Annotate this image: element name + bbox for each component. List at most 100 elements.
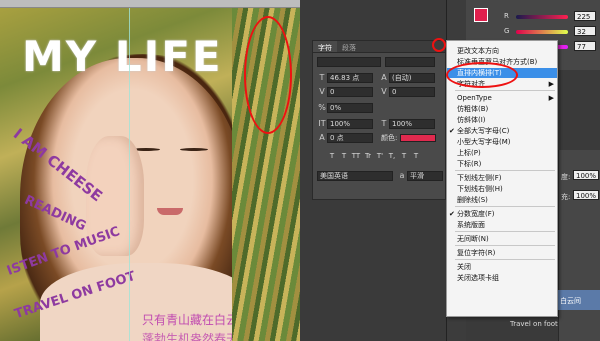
menu-item[interactable]: OpenType ▶ <box>447 93 557 103</box>
strikethrough-button[interactable]: T <box>411 151 421 161</box>
tracking-icon: V <box>381 87 387 96</box>
language-dropdown[interactable]: 美国英语 <box>317 171 393 181</box>
menu-item-label: 更改文本方向 <box>457 47 499 55</box>
font-family-dropdown[interactable] <box>317 57 381 67</box>
menu-item[interactable]: 小型大写字母(M) <box>447 137 557 147</box>
right-eye <box>180 148 208 151</box>
tab-paragraph[interactable]: 段落 <box>337 41 361 52</box>
guide-line <box>129 8 130 341</box>
check-icon: ✔ <box>449 210 455 218</box>
red-slider[interactable] <box>516 15 568 19</box>
menu-item[interactable]: ✔ 全部大写字母(C) <box>447 126 557 136</box>
menu-item[interactable]: 复位字符(R) <box>447 248 557 258</box>
menu-item-label: 复位字符(R) <box>457 249 496 257</box>
menu-item[interactable]: 下标(R) <box>447 159 557 169</box>
underline-button[interactable]: T <box>399 151 409 161</box>
layer-text-label: 白云间 <box>560 297 581 305</box>
proportional-spacing-field[interactable]: 0% <box>327 103 373 113</box>
canvas-title-text[interactable]: MY LIFE <box>22 32 223 81</box>
menu-item-label: 下标(R) <box>457 160 482 168</box>
fill-field[interactable]: 100% <box>573 190 599 200</box>
font-size-icon: T <box>319 73 325 82</box>
vertical-scale-field[interactable]: 100% <box>327 119 373 129</box>
baseline-shift-field[interactable]: 0 点 <box>327 133 373 143</box>
red-annotation-oval <box>244 16 292 134</box>
menu-item-label: 关闭 <box>457 263 471 271</box>
leading-field[interactable]: (自动) <box>389 73 435 83</box>
menu-item[interactable]: 更改文本方向 <box>447 46 557 56</box>
menu-item-label: 仿斜体(I) <box>457 116 486 124</box>
menu-separator <box>455 206 555 207</box>
red-annotation-circle <box>432 38 446 52</box>
layer-name-label[interactable]: Travel on foot <box>510 320 558 328</box>
antialias-dropdown[interactable]: 平滑 <box>407 171 443 181</box>
menu-item[interactable]: 下划线左侧(F) <box>447 173 557 183</box>
antialias-icon: a <box>399 171 405 180</box>
menu-separator <box>455 90 555 91</box>
panel-tabs: 字符 段落 <box>313 41 445 53</box>
menu-item-label: 无间断(N) <box>457 235 489 243</box>
menu-item-label: 系统版面 <box>457 221 485 229</box>
faux-italic-button[interactable]: T <box>339 151 349 161</box>
small-caps-button[interactable]: Tr <box>363 151 373 161</box>
menu-item[interactable]: 删除线(S) <box>447 195 557 205</box>
color-label: 颜色: <box>381 134 398 142</box>
menu-item-label: OpenType <box>457 94 492 102</box>
kerning-icon: V <box>319 87 325 96</box>
menu-item[interactable]: 无间断(N) <box>447 234 557 244</box>
menu-item-label: 下划线左侧(F) <box>457 174 502 182</box>
menu-item-label: 上标(P) <box>457 149 481 157</box>
tracking-field[interactable]: 0 <box>389 87 435 97</box>
font-size-field[interactable]: 46.83 点 <box>327 73 373 83</box>
check-icon: ✔ <box>449 127 455 135</box>
horizontal-scale-icon: T <box>381 119 387 128</box>
layers-panel: 度: 100% 充: 100% <box>558 150 600 341</box>
green-value-field[interactable]: 32 <box>574 26 596 36</box>
tab-character[interactable]: 字符 <box>313 41 337 52</box>
submenu-arrow-icon: ▶ <box>548 94 554 102</box>
scale-icon: % <box>318 103 326 112</box>
menu-item-label: 关闭选项卡组 <box>457 274 499 282</box>
menu-item[interactable]: 系统版面 <box>447 220 557 230</box>
menu-separator <box>455 231 555 232</box>
menu-item-label: 全部大写字母(C) <box>457 127 510 135</box>
green-slider[interactable] <box>516 30 568 34</box>
selected-layer-row[interactable]: 白云间 <box>558 290 600 310</box>
foreground-color-swatch[interactable] <box>474 8 488 22</box>
leading-icon: A <box>381 73 387 82</box>
menu-item[interactable]: ✔ 分数宽度(F) <box>447 209 557 219</box>
menu-item-label: 下划线右侧(H) <box>457 185 503 193</box>
superscript-button[interactable]: T' <box>375 151 385 161</box>
photoshop-workspace: MY LIFE I AM CHEESE READING ISTEN TO MUS… <box>0 0 600 341</box>
vertical-scale-icon: IT <box>318 119 326 128</box>
menu-item[interactable]: 下划线右侧(H) <box>447 184 557 194</box>
subscript-button[interactable]: T, <box>387 151 397 161</box>
blue-value-field[interactable]: 77 <box>574 41 596 51</box>
text-color-swatch[interactable] <box>400 134 437 142</box>
mouth <box>157 208 183 215</box>
faux-bold-button[interactable]: T <box>327 151 337 161</box>
opacity-label: 度: <box>561 173 571 181</box>
kerning-field[interactable]: 0 <box>327 87 373 97</box>
all-caps-button[interactable]: TT <box>351 151 361 161</box>
menu-item[interactable]: 关闭 <box>447 262 557 272</box>
baseline-shift-icon: A <box>319 133 325 142</box>
menu-item-label: 仿粗体(B) <box>457 105 489 113</box>
green-label: G <box>504 27 510 35</box>
menu-item-label: 删除线(S) <box>457 196 488 204</box>
red-annotation-oval-menu <box>446 62 518 88</box>
menu-separator <box>455 170 555 171</box>
red-value-field[interactable]: 225 <box>574 11 596 21</box>
vertical-poem-text-2[interactable]: 蓬勃生机盎然春天 <box>142 330 238 341</box>
horizontal-ruler <box>0 0 300 8</box>
menu-item[interactable]: 仿斜体(I) <box>447 115 557 125</box>
opacity-field[interactable]: 100% <box>573 170 599 180</box>
menu-item[interactable]: 仿粗体(B) <box>447 104 557 114</box>
red-label: R <box>504 12 509 20</box>
menu-item[interactable]: 关闭选项卡组 <box>447 273 557 283</box>
menu-separator <box>455 259 555 260</box>
menu-item[interactable]: 上标(P) <box>447 148 557 158</box>
horizontal-scale-field[interactable]: 100% <box>389 119 435 129</box>
menu-item-label: 分数宽度(F) <box>457 210 495 218</box>
font-style-dropdown[interactable] <box>385 57 435 67</box>
